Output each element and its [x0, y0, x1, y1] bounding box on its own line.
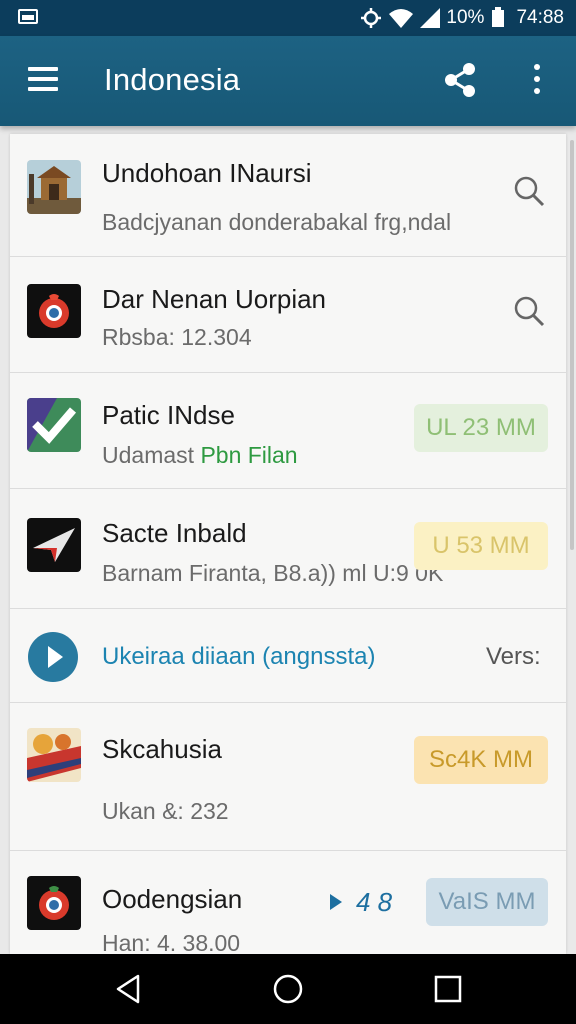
list-item[interactable]: Skcahusia Ukan &: 232 Sc4K MM [10, 702, 566, 851]
page-title: Indonesia [104, 62, 241, 97]
search-icon[interactable] [512, 294, 546, 328]
battery-percent: 10% [446, 7, 485, 28]
item-subtitle: Barnam Firanta, B8.a)) ml U:9 0K [102, 560, 444, 586]
list-item-link[interactable]: Ukeiraa diiaan (angnssta) Vers: [10, 608, 566, 703]
scrollbar[interactable] [570, 140, 574, 550]
more-options-icon[interactable] [530, 64, 544, 96]
size-badge[interactable]: Sc4K MM [414, 736, 548, 784]
red-circle-app-icon [27, 284, 81, 338]
status-bar: 10% 74:88 [0, 0, 576, 36]
status-indicators: 10% 74:88 [360, 5, 564, 31]
size-badge[interactable]: U 53 MM [414, 522, 548, 570]
festival-app-icon [27, 728, 81, 782]
battery-icon [492, 6, 505, 27]
item-subtitle: Ukan &: 232 [102, 798, 229, 824]
signal-icon [420, 8, 441, 28]
temple-app-icon [27, 160, 81, 214]
notification-icon [18, 9, 38, 24]
item-title: Skcahusia [102, 734, 222, 764]
item-subtitle: Badcjyanan donderabakal frg,ndal [102, 209, 452, 235]
play-small-icon [330, 894, 342, 910]
play-icon[interactable] [28, 632, 78, 682]
size-badge[interactable]: UL 23 MM [414, 404, 548, 452]
item-subtitle-highlight: Pbn Filan [200, 442, 298, 468]
recents-icon[interactable] [431, 972, 465, 1006]
result-list: Undohoan INaursi Badcjyanan donderabakal… [10, 134, 566, 954]
item-title: Oodengsian [102, 884, 243, 914]
search-icon[interactable] [512, 174, 546, 208]
back-icon[interactable] [112, 972, 146, 1006]
inline-value: 4 8 [356, 887, 393, 917]
list-item[interactable]: Patic INdse Udamast Pbn Filan UL 23 MM [10, 372, 566, 489]
plane-app-icon [27, 518, 81, 572]
size-badge[interactable]: VaIS MM [426, 878, 548, 926]
app-bar: Indonesia [0, 36, 576, 126]
item-subtitle: Udamast Pbn Filan [102, 442, 298, 469]
item-title: Undohoan INaursi [102, 158, 312, 188]
home-icon[interactable] [271, 972, 305, 1006]
item-link[interactable]: Ukeiraa diiaan (angnssta) [102, 643, 375, 671]
list-item[interactable]: Sacte Inbald Barnam Firanta, B8.a)) ml U… [10, 488, 566, 609]
sync-icon [361, 8, 382, 28]
item-subtitle-prefix: Udamast [102, 442, 201, 468]
list-item[interactable]: Oodengsian Han: 4. 38.00 4 8 VaIS MM [10, 850, 566, 954]
item-title: Patic INdse [102, 400, 235, 430]
item-title: Dar Nenan Uorpian [102, 284, 327, 314]
list-item[interactable]: Undohoan INaursi Badcjyanan donderabakal… [10, 134, 566, 257]
checkmark-app-icon [27, 398, 81, 452]
item-subtitle: Han: 4. 38.00 [102, 930, 241, 954]
wifi-icon [389, 9, 414, 28]
list-item[interactable]: Dar Nenan Uorpian Rbsba: 12.304 [10, 256, 566, 373]
navigation-bar [0, 954, 576, 1024]
menu-icon[interactable] [28, 67, 58, 93]
item-title: Sacte Inbald [102, 518, 247, 548]
version-label: Vers: [486, 643, 541, 670]
clock: 74:88 [516, 7, 564, 28]
red-circle-app-icon [27, 876, 81, 930]
share-icon[interactable] [444, 63, 476, 97]
item-subtitle: Rbsba: 12.304 [102, 324, 252, 350]
